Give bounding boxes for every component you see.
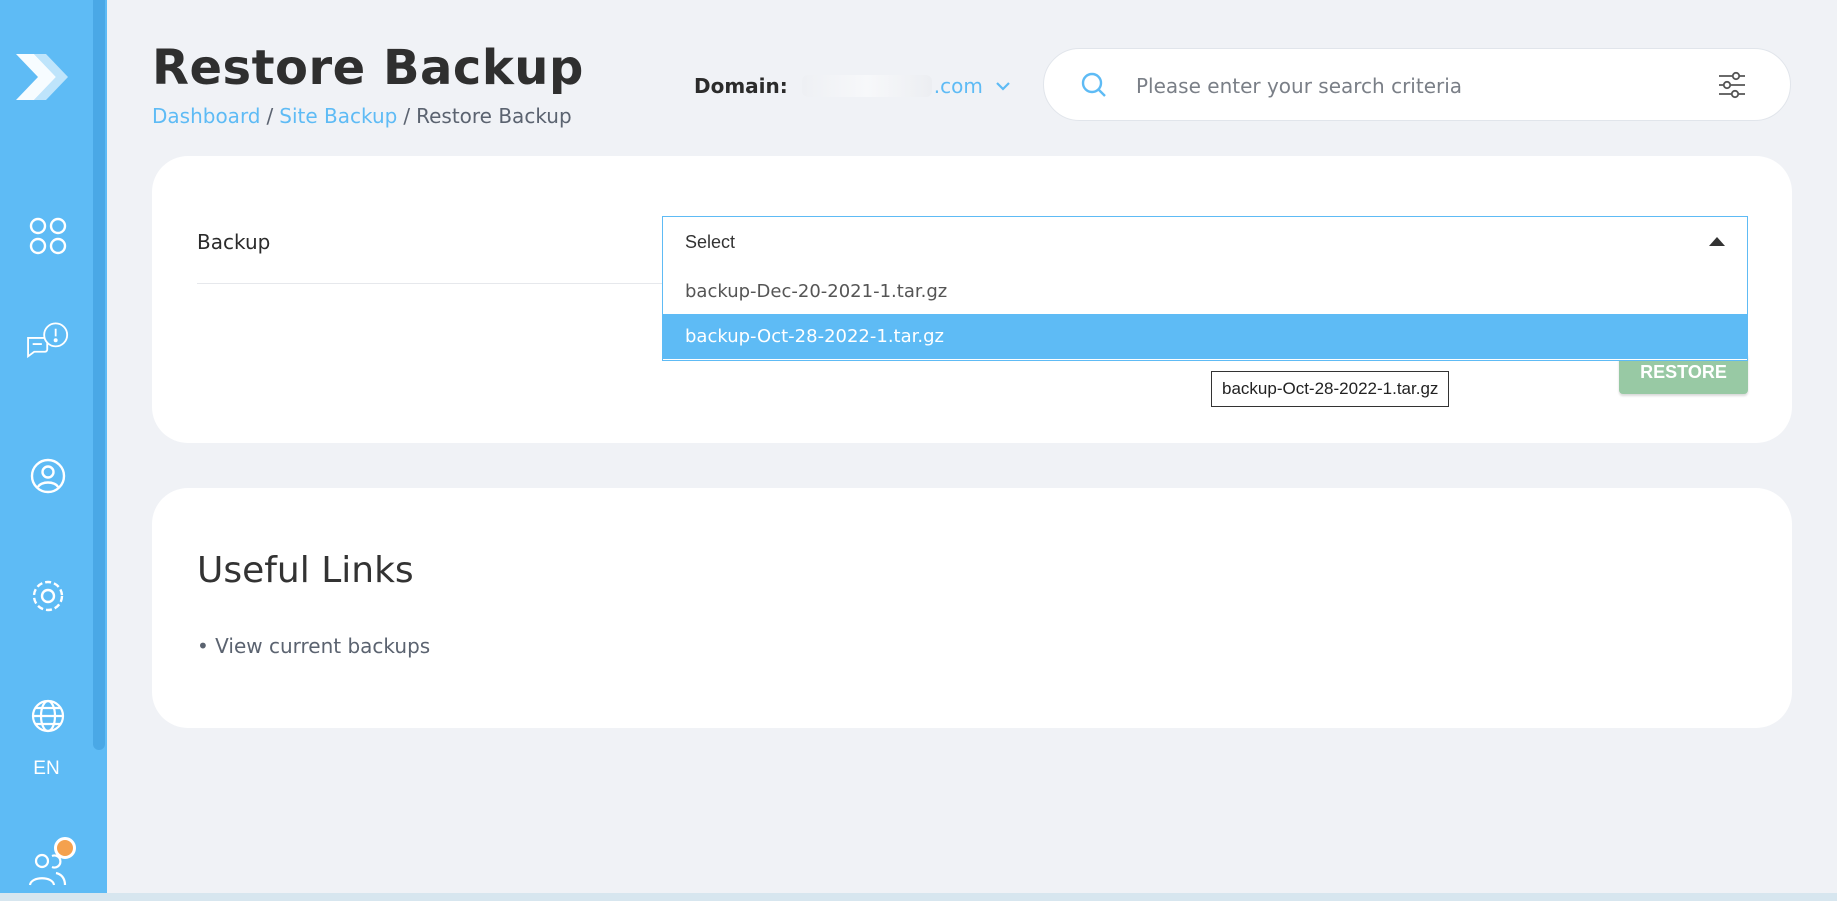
- filter-sliders-icon[interactable]: [1716, 69, 1748, 101]
- user-account-icon[interactable]: [25, 453, 71, 499]
- breadcrumb-separator: /: [403, 104, 411, 128]
- useful-links-item: • View current backups: [197, 634, 430, 658]
- backup-dropdown-list: backup-Dec-20-2021-1.tar.gz backup-Oct-2…: [662, 269, 1748, 361]
- restore-backup-card: Backup Select backup-Dec-20-2021-1.tar.g…: [152, 156, 1792, 443]
- backup-select-value: Select: [685, 232, 736, 252]
- brand-arrow-logo-icon[interactable]: [12, 46, 70, 108]
- useful-links-title: Useful Links: [197, 550, 414, 591]
- page-title: Restore Backup: [152, 40, 584, 96]
- search-bar: [1043, 48, 1791, 121]
- backup-option[interactable]: backup-Dec-20-2021-1.tar.gz: [663, 269, 1747, 314]
- support-chat-alert-icon[interactable]: [25, 318, 85, 364]
- sidebar: EN: [0, 0, 107, 893]
- domain-label: Domain:: [694, 74, 788, 98]
- row-divider: [197, 283, 679, 284]
- backup-field-label: Backup: [197, 230, 271, 254]
- breadcrumb-dashboard-link[interactable]: Dashboard: [152, 104, 261, 128]
- breadcrumb-site-backup-link[interactable]: Site Backup: [279, 104, 397, 128]
- domain-suffix: .com: [933, 74, 983, 98]
- settings-gear-icon[interactable]: [25, 573, 71, 619]
- language-label[interactable]: EN: [0, 758, 93, 780]
- useful-links-card: Useful Links • View current backups: [152, 488, 1792, 728]
- domain-selector[interactable]: Domain: .com: [694, 74, 1013, 98]
- dashboard-grid-icon[interactable]: [25, 213, 71, 259]
- sidebar-scrollbar[interactable]: [93, 0, 105, 750]
- breadcrumb-separator: /: [266, 104, 274, 128]
- breadcrumb-current: Restore Backup: [416, 104, 572, 128]
- option-tooltip: backup-Oct-28-2022-1.tar.gz: [1211, 371, 1450, 407]
- search-icon: [1081, 72, 1106, 97]
- domain-name-redacted: [801, 75, 932, 97]
- view-current-backups-link[interactable]: • View current backups: [197, 634, 430, 658]
- backup-select[interactable]: Select: [662, 216, 1748, 270]
- search-input[interactable]: [1134, 67, 1698, 105]
- notification-badge: [54, 837, 76, 859]
- chevron-down-icon[interactable]: [993, 76, 1013, 96]
- backup-option-highlighted[interactable]: backup-Oct-28-2022-1.tar.gz: [663, 314, 1747, 359]
- breadcrumb: Dashboard / Site Backup / Restore Backup: [152, 104, 572, 128]
- caret-up-icon: [1709, 237, 1725, 246]
- bottom-scrollbar-track: [0, 893, 1837, 901]
- language-globe-icon[interactable]: [25, 693, 71, 739]
